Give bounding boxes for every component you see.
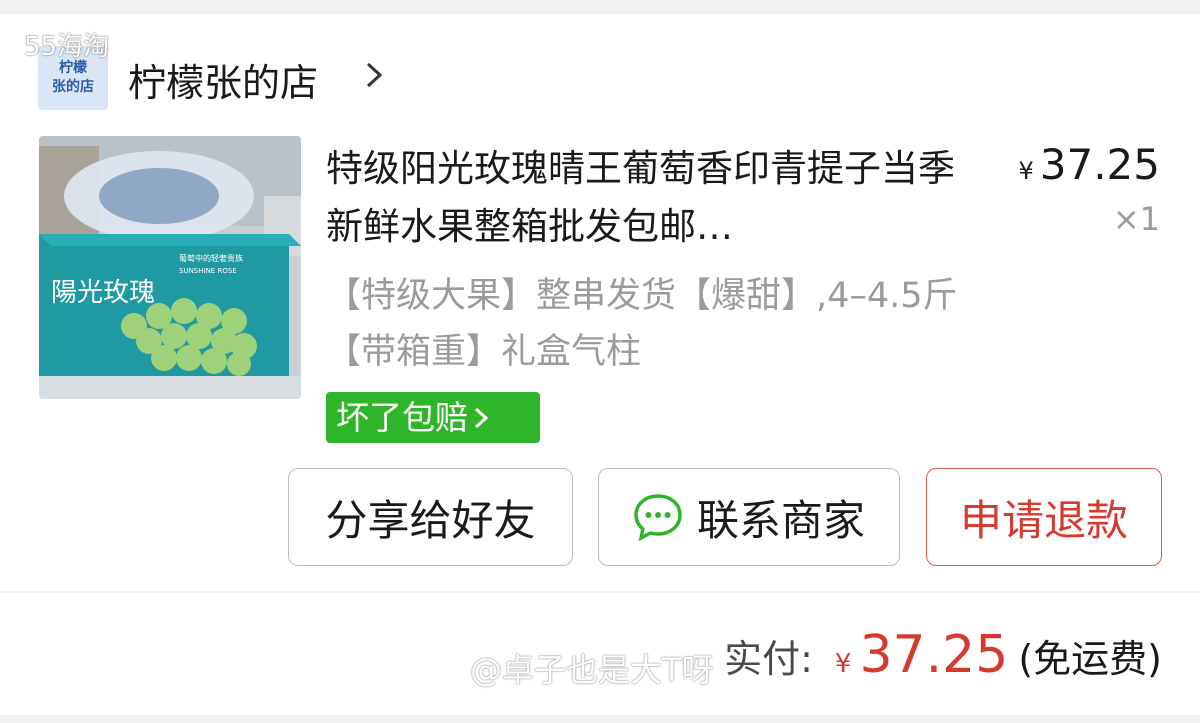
contact-button-label: 联系商家 [696,495,865,545]
product-title[interactable]: 特级阳光玫瑰晴王葡萄香印青提子当季新鲜水果整箱批发包邮… [326,140,966,256]
total-currency-symbol: ¥ [834,649,852,679]
product-box-subtitle: 葡萄中的轻奢贵族 [179,253,243,263]
product-quantity: ×1 [1112,200,1160,238]
product-box-title: 陽光玫瑰 [51,278,155,308]
shop-name-link[interactable]: 柠檬张的店 [128,52,318,107]
total-paid: 实付: ¥ 37.25 (免运费) [724,625,1162,685]
refund-button-label: 申请退款 [959,495,1128,545]
product-image[interactable]: 陽光玫瑰 葡萄中的轻奢贵族 SUNSHINE ROSE [39,136,301,399]
price-value: 37.25 [1039,140,1160,189]
share-to-friend-button[interactable]: 分享给好友 [288,468,573,566]
request-refund-button[interactable]: 申请退款 [926,468,1162,566]
total-amount: 37.25 [859,625,1009,685]
watermark-top: 55海淘 [24,32,110,62]
chevron-right-icon[interactable] [362,58,386,92]
bottom-divider [0,715,1200,723]
total-label: 实付: [724,637,813,681]
contact-seller-button[interactable]: 联系商家 [598,468,900,566]
share-button-label: 分享给好友 [325,495,536,545]
shop-avatar-line2: 张的店 [52,79,94,95]
watermark-bottom: @卓子也是大T呀 [470,651,714,689]
guarantee-badge-label: 坏了包赔 [336,398,468,437]
shipping-note: (免运费) [1018,637,1162,681]
price-currency-symbol: ¥ [1018,157,1034,185]
guarantee-badge[interactable]: 坏了包赔 [326,392,540,443]
product-box-english: SUNSHINE ROSE [179,267,237,275]
chevron-right-icon [474,407,489,428]
product-price: ¥37.25 [1018,140,1160,189]
product-specs: 【特级大果】整串发货【爆甜】,4–4.5斤【带箱重】礼盒气柱 [326,276,958,372]
chat-bubble-icon [634,494,682,542]
